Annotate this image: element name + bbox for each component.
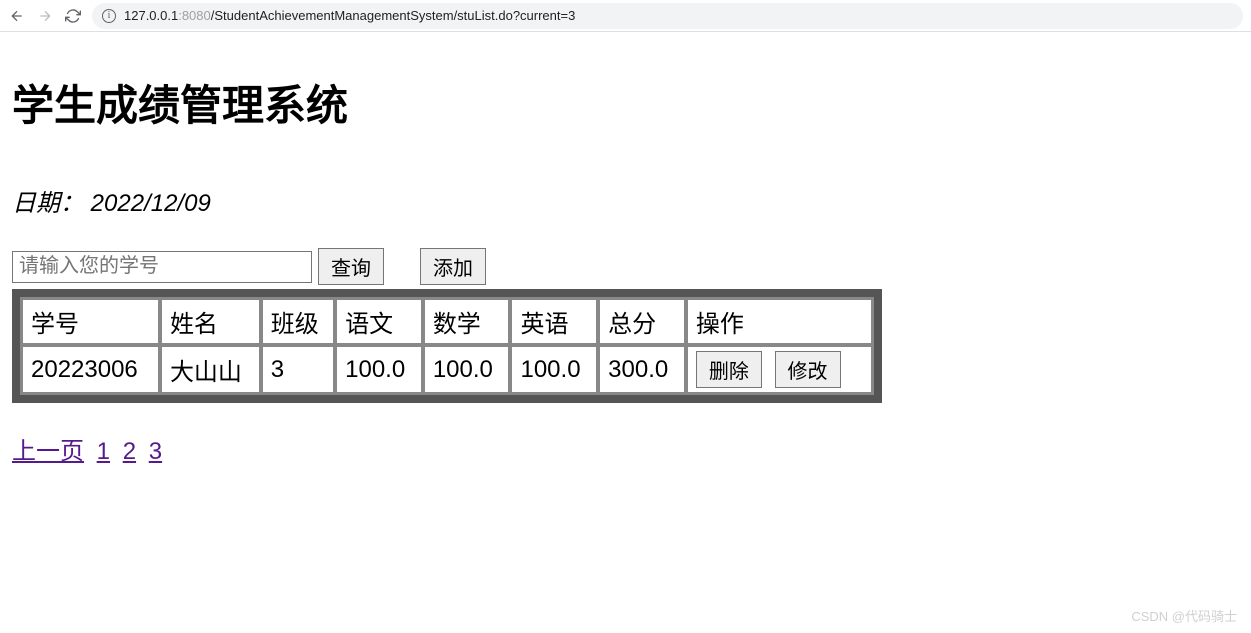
col-id: 学号: [22, 299, 159, 344]
student-table: 学号 姓名 班级 语文 数学 英语 总分 操作 20223006 大山山 3 1…: [12, 289, 882, 403]
reload-icon[interactable]: [64, 7, 82, 25]
col-english: 英语: [511, 299, 597, 344]
table-row: 20223006 大山山 3 100.0 100.0 100.0 300.0 删…: [22, 346, 872, 393]
address-bar[interactable]: i 127.0.0.1:8080/StudentAchievementManag…: [92, 3, 1243, 29]
col-math: 数学: [424, 299, 510, 344]
cell-total: 300.0: [599, 346, 685, 393]
date-line: 日期： 2022/12/09: [12, 183, 1239, 218]
add-button[interactable]: 添加: [420, 248, 486, 285]
page-link-1[interactable]: 1: [97, 438, 110, 465]
watermark: CSDN @代码骑士: [1131, 606, 1237, 625]
cell-name: 大山山: [161, 346, 260, 393]
cell-class: 3: [262, 346, 334, 393]
table-header-row: 学号 姓名 班级 语文 数学 英语 总分 操作: [22, 299, 872, 344]
col-action: 操作: [687, 299, 872, 344]
delete-button[interactable]: 删除: [696, 351, 762, 388]
controls-row: 查询 添加: [12, 248, 1239, 285]
cell-id: 20223006: [22, 346, 159, 393]
cell-chinese: 100.0: [336, 346, 422, 393]
cell-english: 100.0: [511, 346, 597, 393]
col-name: 姓名: [161, 299, 260, 344]
search-button[interactable]: 查询: [318, 248, 384, 285]
col-class: 班级: [262, 299, 334, 344]
back-icon[interactable]: [8, 7, 26, 25]
search-input[interactable]: [12, 251, 312, 283]
col-chinese: 语文: [336, 299, 422, 344]
forward-icon[interactable]: [36, 7, 54, 25]
site-info-icon[interactable]: i: [102, 9, 116, 23]
page-link-2[interactable]: 2: [123, 438, 136, 465]
prev-page-link[interactable]: 上一页: [12, 438, 84, 465]
url-text: 127.0.0.1:8080/StudentAchievementManagem…: [124, 8, 575, 23]
cell-math: 100.0: [424, 346, 510, 393]
col-total: 总分: [599, 299, 685, 344]
page-title: 学生成绩管理系统: [12, 72, 1239, 133]
page-link-3[interactable]: 3: [149, 438, 162, 465]
cell-action: 删除 修改: [687, 346, 872, 393]
browser-toolbar: i 127.0.0.1:8080/StudentAchievementManag…: [0, 0, 1251, 32]
pagination: 上一页 1 2 3: [12, 431, 1239, 466]
edit-button[interactable]: 修改: [775, 351, 841, 388]
page-content: 学生成绩管理系统 日期： 2022/12/09 查询 添加 学号 姓名 班级 语…: [0, 32, 1251, 476]
